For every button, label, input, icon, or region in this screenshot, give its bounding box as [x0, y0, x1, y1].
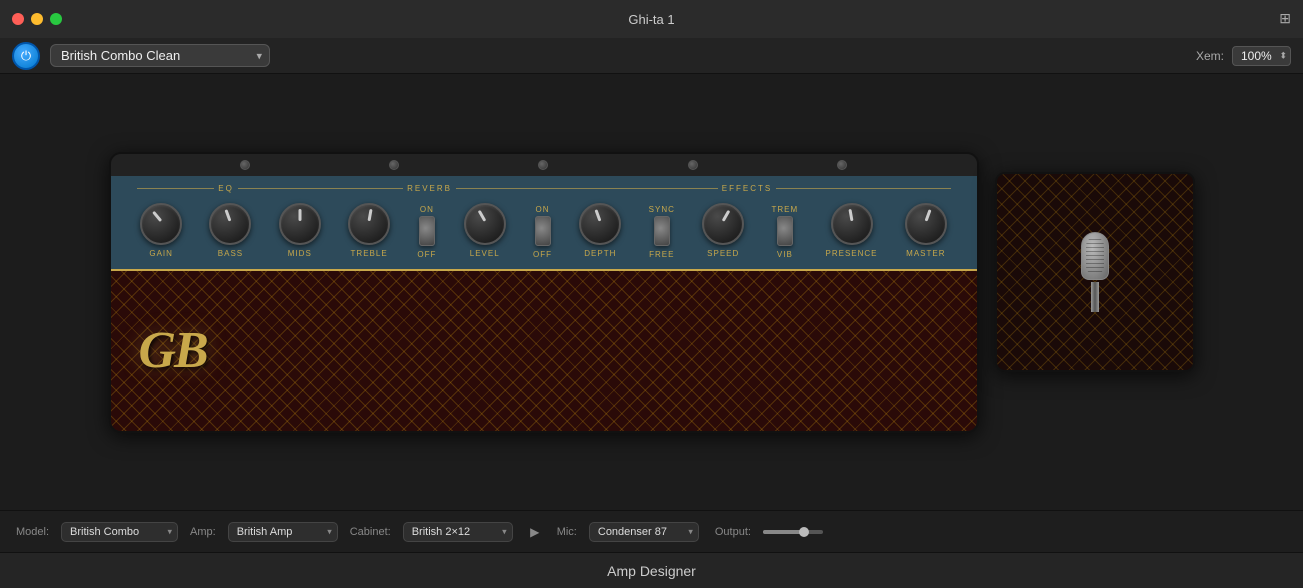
play-button[interactable]: ▶ — [525, 522, 545, 542]
depth-switch[interactable] — [535, 216, 551, 246]
amp-scene: EQ REVERB EFFECTS — [12, 152, 1291, 433]
amp-unit: EQ REVERB EFFECTS — [109, 152, 979, 433]
bolt-5 — [837, 160, 847, 170]
mids-knob-group: MIDS — [279, 203, 321, 258]
section-effects-label: EFFECTS — [722, 184, 772, 193]
trem-switch-group: TREM VIB — [772, 203, 799, 259]
titlebar-expand: ⊞ — [1279, 10, 1291, 28]
gain-knob[interactable] — [140, 203, 182, 245]
reverb-on-label: ON — [420, 205, 434, 214]
depth-on-label: ON — [536, 205, 550, 214]
mic-body — [1091, 282, 1099, 311]
traffic-lights — [12, 13, 62, 25]
depth-knob[interactable] — [579, 203, 621, 245]
expand-icon[interactable]: ⊞ — [1279, 10, 1291, 26]
output-slider-fill — [763, 530, 803, 534]
bolt-3 — [538, 160, 548, 170]
depth-off-label: OFF — [533, 250, 552, 259]
amp-cabinet — [995, 172, 1195, 372]
power-icon: ⏻ — [21, 48, 31, 64]
bolt-4 — [688, 160, 698, 170]
bass-knob-group: BASS — [209, 203, 251, 258]
toolbar: ⏻ British Combo Clean British Combo Brit… — [0, 38, 1303, 74]
vib-label: VIB — [777, 250, 793, 259]
cabinet-select[interactable]: British 2×12 British 4×12 American 1×12 — [403, 522, 513, 542]
bolt-2 — [389, 160, 399, 170]
sync-label: SYNC — [649, 205, 675, 214]
mic-label: Mic: — [557, 526, 577, 538]
bass-label: BASS — [218, 249, 243, 258]
speed-label: SPEED — [707, 249, 739, 258]
minimize-button[interactable] — [31, 13, 43, 25]
amp-label: Amp: — [190, 526, 216, 538]
controls-panel: EQ REVERB EFFECTS — [111, 176, 977, 269]
master-knob[interactable] — [905, 203, 947, 245]
main-area: EQ REVERB EFFECTS — [0, 74, 1303, 510]
reverb-switch-group: ON OFF — [417, 203, 436, 259]
trem-switch[interactable] — [777, 216, 793, 246]
depth-switch-group: ON OFF — [533, 203, 552, 259]
zoom-select[interactable]: 75% 100% 125% 150% — [1232, 46, 1291, 66]
reverb-off-label: OFF — [417, 250, 436, 259]
zoom-wrapper: 75% 100% 125% 150% — [1232, 46, 1291, 66]
presence-knob-group: PRESENCE — [826, 203, 878, 258]
depth-label: DEPTH — [584, 249, 616, 258]
app-title-bar: Amp Designer — [0, 552, 1303, 588]
trem-label: TREM — [772, 205, 799, 214]
depth-knob-group: DEPTH — [579, 203, 621, 258]
close-button[interactable] — [12, 13, 24, 25]
section-reverb-label: REVERB — [407, 184, 452, 193]
microphone — [1080, 232, 1110, 312]
level-knob[interactable] — [464, 203, 506, 245]
sync-switch[interactable] — [654, 216, 670, 246]
master-knob-group: MASTER — [905, 203, 947, 258]
speed-knob-group: SPEED — [702, 203, 744, 258]
output-slider[interactable] — [763, 530, 823, 534]
cabinet-select-wrapper: British 2×12 British 4×12 American 1×12 — [403, 522, 513, 542]
bass-knob[interactable] — [209, 203, 251, 245]
reverb-switch[interactable] — [419, 216, 435, 246]
treble-knob-group: TREBLE — [348, 203, 390, 258]
free-label: FREE — [649, 250, 674, 259]
toolbar-right: Xem: 75% 100% 125% 150% — [1196, 46, 1291, 66]
model-select-wrapper: British Combo American Vintage British L… — [61, 522, 178, 542]
speaker-grille: GB — [111, 271, 977, 431]
mic-head — [1081, 232, 1109, 281]
section-eq-label: EQ — [218, 184, 234, 193]
sync-switch-group: SYNC FREE — [649, 203, 675, 259]
mids-label: MIDS — [288, 249, 312, 258]
treble-label: TREBLE — [351, 249, 388, 258]
mic-select-wrapper: Condenser 87 Dynamic 57 Ribbon 121 — [589, 522, 699, 542]
model-label: Model: — [16, 526, 49, 538]
speed-knob[interactable] — [702, 203, 744, 245]
gain-knob-group: GAIN — [140, 203, 182, 258]
mic-select[interactable]: Condenser 87 Dynamic 57 Ribbon 121 — [589, 522, 699, 542]
preset-select[interactable]: British Combo Clean British Combo Britis… — [50, 44, 270, 67]
amp-select-wrapper: British Amp American Amp — [228, 522, 338, 542]
level-knob-group: LEVEL — [464, 203, 506, 258]
amp-bolts — [111, 154, 977, 176]
mids-knob[interactable] — [279, 203, 321, 245]
gain-label: GAIN — [149, 249, 173, 258]
amp-select[interactable]: British Amp American Amp — [228, 522, 338, 542]
titlebar: Ghi-ta 1 ⊞ — [0, 0, 1303, 38]
bolt-1 — [240, 160, 250, 170]
bottom-bar: Model: British Combo American Vintage Br… — [0, 510, 1303, 552]
power-button[interactable]: ⏻ — [12, 42, 40, 70]
window-title: Ghi-ta 1 — [628, 12, 674, 27]
preset-dropdown-wrapper: British Combo Clean British Combo Britis… — [40, 44, 270, 67]
cabinet-label: Cabinet: — [350, 526, 391, 538]
level-label: LEVEL — [470, 249, 500, 258]
model-select[interactable]: British Combo American Vintage British L… — [61, 522, 178, 542]
maximize-button[interactable] — [50, 13, 62, 25]
knobs-row: GAIN BASS MIDS TREBLE — [127, 199, 961, 263]
master-label: MASTER — [906, 249, 945, 258]
zoom-label: Xem: — [1196, 49, 1224, 63]
output-label: Output: — [715, 526, 751, 538]
gb-logo: GB — [139, 321, 207, 380]
presence-label: PRESENCE — [826, 249, 878, 258]
app-title: Amp Designer — [607, 563, 696, 579]
treble-knob[interactable] — [348, 203, 390, 245]
presence-knob[interactable] — [831, 203, 873, 245]
